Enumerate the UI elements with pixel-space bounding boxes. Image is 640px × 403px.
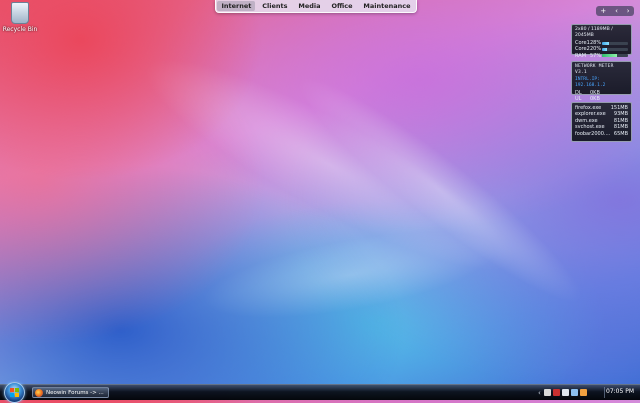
launch-item-internet[interactable]: Internet [217,1,256,11]
taskbar-window-firefox[interactable]: Neowin Forums -> ... [32,387,109,398]
process-memory: 65MB [613,130,628,137]
process-row: foobar2000.... 65MB [575,131,628,137]
ram-row-name: RAM [575,52,587,59]
recycle-bin-icon [11,2,29,24]
cpu-row-fill [602,41,610,45]
network-meter-gadget[interactable]: NETWORK METER V3.1 INTRL.IP: 192.168.1.2… [571,61,632,102]
clock[interactable]: 07:05 PM [606,388,634,395]
network-icon[interactable] [570,389,578,396]
firefox-icon [35,388,43,397]
tray-separator [604,387,605,398]
next-page-button[interactable]: › [627,7,630,15]
speaker-icon[interactable] [561,389,569,396]
launch-bar: Internet Clients Media Office Maintenanc… [215,0,417,13]
launch-item-maintenance[interactable]: Maintenance [359,1,414,11]
wallpaper-wave [196,214,504,336]
network-meter-title: NETWORK METER V3.1 [575,64,614,76]
launch-item-clients[interactable]: Clients [258,1,291,11]
process-name: foobar2000.... [575,130,611,137]
launch-item-media[interactable]: Media [294,1,324,11]
previous-page-button[interactable]: ‹ [615,7,618,15]
show-hidden-icons-button[interactable]: ‹ [538,389,541,397]
cpu-header: 2x80 / 1189MB / 2045MB [575,27,613,39]
recycle-bin-shortcut[interactable]: Recycle Bin [2,2,38,33]
cpu-row-bar [602,41,628,45]
app-icon[interactable] [579,389,587,396]
recycle-bin-label: Recycle Bin [2,26,38,33]
ram-row-fill [602,54,617,58]
launch-item-office[interactable]: Office [327,1,356,11]
add-gadget-button[interactable]: + [600,7,606,15]
ram-row: RAM 57% [575,53,628,59]
shield-icon[interactable] [543,389,551,396]
ram-row-bar [602,54,628,58]
taskbar-window-title: Neowin Forums -> ... [46,389,104,396]
cpu-meter-gadget[interactable]: 2x80 / 1189MB / 2045MB Core1 28% Core2 2… [571,24,632,59]
ram-row-value: 57% [590,52,602,59]
taskbar: Neowin Forums -> ... ‹ 07:05 PM [0,382,640,403]
notice-icon[interactable] [552,389,560,396]
sidebar-controls: + ‹ › [596,6,634,16]
cpu-row-fill [602,47,608,51]
process-list-gadget[interactable]: firefox.exe 151MB explorer.exe 93MB dwm.ex… [571,102,632,142]
system-tray: ‹ [538,387,587,398]
windows-logo-icon [10,388,19,397]
cpu-row-bar [602,47,628,51]
network-ip-address: INTRL.IP: 192.168.1.2 [575,76,606,89]
